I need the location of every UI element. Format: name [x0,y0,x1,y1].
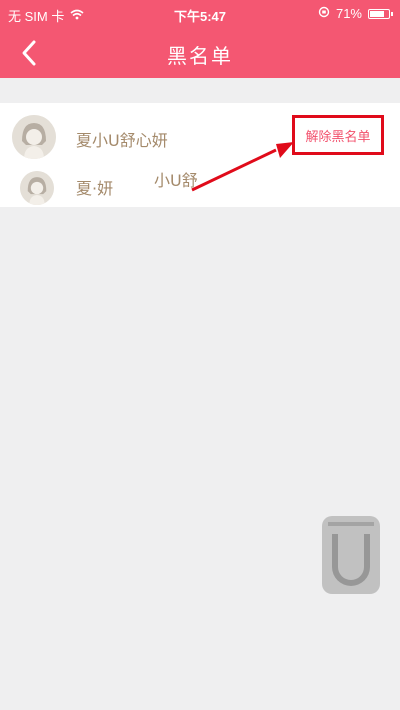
floating-button-bar [328,522,374,526]
nav-bar: 黑名单 [0,28,400,78]
avatar [20,171,54,205]
status-bar: 无 SIM 卡 下午5:47 71% [0,0,400,28]
annotation-arrow-icon [191,142,294,192]
avatar [12,115,56,159]
floating-assistant-button[interactable] [322,516,380,594]
floating-button-icon [332,534,370,586]
battery-fill [370,10,385,17]
contact-name: 夏·妍 [76,179,114,198]
unblock-button[interactable]: 解除黑名单 [292,115,384,155]
battery-percent: 71% [335,6,362,21]
page-title: 黑名单 [167,44,233,68]
user-avatar-icon [20,171,54,205]
user-avatar-icon [12,115,56,159]
orientation-lock-icon [318,6,330,21]
battery-icon [368,8,393,19]
status-right: 71% [318,6,393,21]
contact-name: 夏小U舒心妍 [76,131,168,150]
